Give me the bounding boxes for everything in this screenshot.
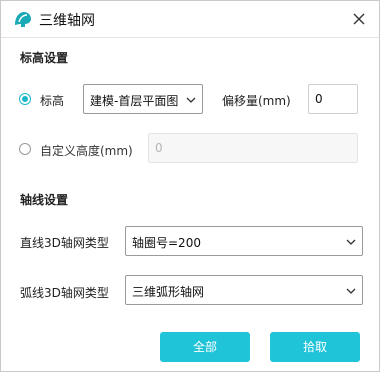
level-radio[interactable] [19, 93, 31, 105]
title-divider [1, 37, 379, 38]
straight-axis-type-label: 直线3D轴网类型 [20, 236, 109, 250]
axis-grid-dialog: 三维轴网 标高设置 标高 建模-首层平面图 偏移量(mm) 0 自定义高度(mm… [0, 0, 380, 372]
all-button[interactable]: 全部 [160, 332, 250, 362]
elevation-section-title: 标高设置 [20, 51, 69, 65]
level-select[interactable]: 建模-首层平面图 [83, 84, 203, 114]
arc-axis-type-value: 三维弧形轴网 [132, 285, 205, 299]
offset-input-value: 0 [315, 92, 323, 106]
app-icon [15, 12, 31, 27]
custom-height-radio[interactable] [19, 143, 31, 155]
custom-height-label: 自定义高度(mm) [40, 144, 133, 158]
offset-label: 偏移量(mm) [222, 94, 291, 108]
level-select-value: 建模-首层平面图 [90, 94, 179, 108]
custom-height-input[interactable]: 0 [148, 133, 358, 163]
chevron-down-icon [346, 288, 356, 294]
title-bar: 三维轴网 [1, 1, 379, 37]
arc-axis-type-select[interactable]: 三维弧形轴网 [125, 275, 363, 305]
chevron-down-icon [346, 239, 356, 245]
close-icon[interactable] [349, 9, 369, 29]
straight-axis-type-value: 轴圈号=200 [132, 236, 201, 250]
offset-input[interactable]: 0 [308, 84, 358, 114]
arc-axis-type-label: 弧线3D轴网类型 [20, 286, 109, 300]
chevron-down-icon [186, 97, 196, 103]
window-title: 三维轴网 [39, 13, 95, 29]
pick-button[interactable]: 拾取 [270, 332, 360, 362]
level-radio-label: 标高 [40, 94, 65, 108]
custom-height-input-value: 0 [155, 141, 163, 155]
axis-section-title: 轴线设置 [20, 193, 69, 207]
straight-axis-type-select[interactable]: 轴圈号=200 [125, 226, 363, 256]
